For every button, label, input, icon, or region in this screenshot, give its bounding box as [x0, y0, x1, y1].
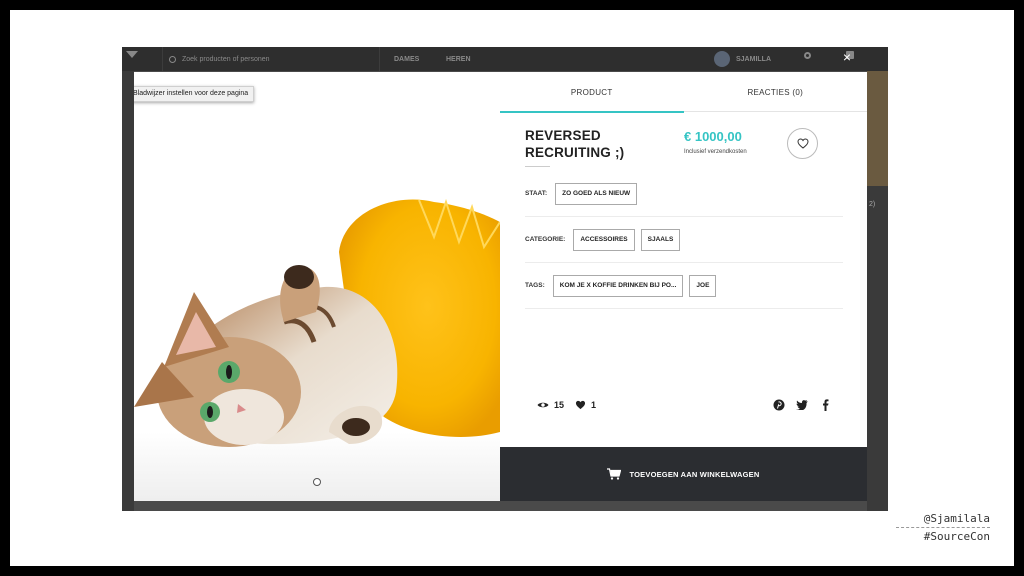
background-topbar: Zoek producten of personen DAMES HEREN S… [122, 47, 888, 71]
categorie-chip-accessoires[interactable]: ACCESSOIRES [573, 228, 635, 251]
categorie-chip-sjaals[interactable]: SJAALS [640, 228, 681, 251]
twitter-icon[interactable] [796, 399, 808, 411]
facebook-icon[interactable] [819, 399, 831, 411]
tag-chip-koffie[interactable]: KOM JE X KOFFIE DRINKEN BIJ PO... [552, 274, 684, 297]
background-left-strip [122, 71, 134, 511]
background-search: Zoek producten of personen [162, 47, 380, 71]
cart-icon [607, 468, 622, 480]
tab-product[interactable]: PRODUCT [500, 72, 684, 113]
title-underline [525, 166, 550, 167]
product-price: € 1000,00 [684, 129, 742, 144]
eye-icon [537, 402, 549, 408]
tag-chip-joe[interactable]: JOE [689, 274, 717, 297]
presenter-credit: @Sjamilala #SourceCon [892, 510, 990, 545]
background-count: 2) [869, 201, 876, 208]
share-icons [773, 399, 831, 411]
likes-count: 1 [591, 400, 597, 410]
credit-handle: @Sjamilala [923, 512, 990, 525]
tab-reacties[interactable]: REACTIES (0) [684, 72, 868, 112]
heart-outline-icon [796, 138, 809, 149]
add-to-cart-label: TOEVOEGEN AAN WINKELWAGEN [629, 469, 760, 479]
add-to-cart-button[interactable]: TOEVOEGEN AAN WINKELWAGEN [500, 447, 867, 501]
background-nav-dames: DAMES [394, 55, 420, 63]
background-user-name: SJAMILLA [736, 55, 771, 63]
shipping-note: Inclusief verzendkosten [684, 149, 747, 155]
staat-label: STAAT: [525, 190, 548, 197]
categorie-label: CATEGORIE: [525, 236, 566, 243]
meta-row-categorie: CATEGORIE: ACCESSOIRES SJAALS [525, 217, 843, 263]
search-icon [169, 55, 176, 63]
staat-chip[interactable]: ZO GOED ALS NIEUW [555, 182, 638, 205]
background-search-placeholder: Zoek producten of personen [182, 55, 270, 63]
background-photo [867, 71, 888, 186]
product-stats: 15 1 [537, 400, 596, 410]
background-user: SJAMILLA [714, 47, 771, 71]
avatar [714, 51, 730, 67]
product-info-pane: PRODUCT REACTIES (0) REVERSED RECRUITING… [500, 72, 867, 501]
product-modal: Bladwijzer instellen voor deze pagina PR… [134, 72, 867, 501]
credit-hashtag: #SourceCon [923, 530, 990, 543]
favorite-button[interactable] [787, 128, 818, 159]
product-title: REVERSED RECRUITING ;) [525, 128, 625, 160]
kitten-tutu-image [134, 198, 500, 501]
pinterest-icon[interactable] [773, 399, 785, 411]
product-image-pane: Bladwijzer instellen voor deze pagina [134, 72, 500, 501]
site-logo-icon [126, 51, 138, 58]
product-tabs: PRODUCT REACTIES (0) [500, 72, 868, 113]
meta-row-staat: STAAT: ZO GOED ALS NIEUW [525, 171, 843, 217]
tags-label: TAGS: [525, 282, 545, 289]
heart-icon [575, 400, 586, 410]
settings-icon [804, 52, 811, 59]
carousel-dot[interactable] [313, 478, 321, 486]
bookmark-tooltip: Bladwijzer instellen voor deze pagina [134, 86, 255, 102]
close-button[interactable]: × [838, 49, 856, 65]
views-count: 15 [554, 400, 565, 410]
background-nav-heren: HEREN [446, 55, 471, 63]
meta-row-tags: TAGS: KOM JE X KOFFIE DRINKEN BIJ PO... … [525, 263, 843, 309]
